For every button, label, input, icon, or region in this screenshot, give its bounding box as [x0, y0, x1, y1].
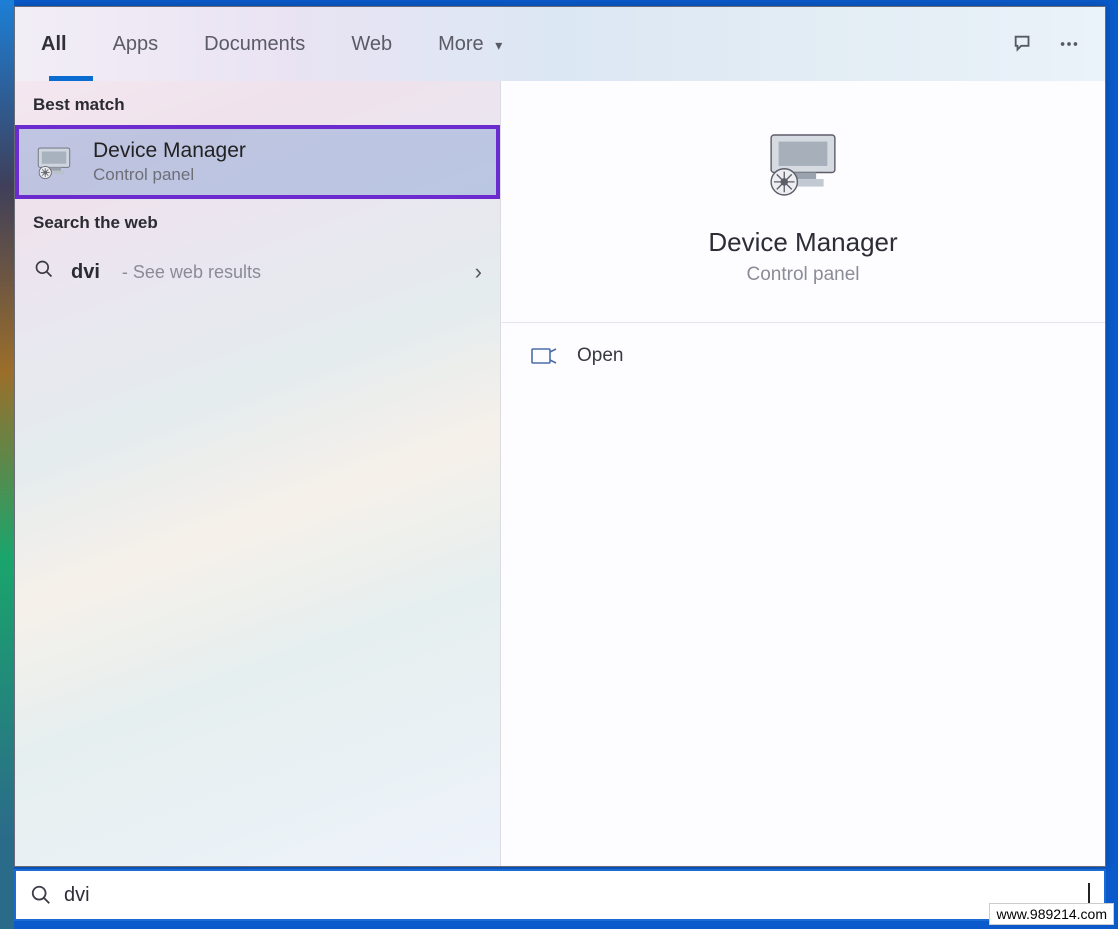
- search-input[interactable]: [64, 884, 1082, 907]
- feedback-icon[interactable]: [1005, 26, 1041, 62]
- web-query-hint: - See web results: [122, 262, 261, 283]
- preview-subtitle: Control panel: [746, 264, 859, 286]
- preview-header: Device Manager Control panel: [501, 81, 1105, 323]
- open-icon: [531, 346, 557, 366]
- action-open-label: Open: [577, 345, 623, 367]
- tab-documents[interactable]: Documents: [196, 23, 313, 66]
- tab-more[interactable]: More ▾: [430, 23, 510, 66]
- windows-search-panel: All Apps Documents Web More ▾ Best match: [14, 6, 1106, 867]
- best-match-title: Device Manager: [93, 139, 246, 163]
- search-icon: [30, 884, 52, 906]
- section-best-match: Best match: [15, 81, 500, 125]
- best-match-text: Device Manager Control panel: [93, 139, 246, 185]
- tab-web[interactable]: Web: [343, 23, 400, 66]
- web-result-item[interactable]: dvi - See web results ›: [15, 243, 500, 301]
- chevron-down-icon: ▾: [495, 37, 502, 53]
- search-icon: [33, 259, 55, 285]
- taskbar-left-edge: [0, 0, 14, 929]
- best-match-result[interactable]: Device Manager Control panel: [15, 125, 500, 199]
- web-query-text: dvi: [71, 261, 100, 284]
- chevron-right-icon: ›: [475, 259, 482, 285]
- search-filter-tabs: All Apps Documents Web More ▾: [15, 7, 1105, 81]
- search-body: Best match Device Manager Contro: [15, 81, 1105, 866]
- device-manager-large-icon: [758, 125, 848, 205]
- tab-apps[interactable]: Apps: [105, 23, 167, 66]
- preview-column: Device Manager Control panel Open: [500, 81, 1105, 866]
- tab-more-label: More: [438, 33, 484, 55]
- preview-title: Device Manager: [708, 227, 897, 258]
- action-open[interactable]: Open: [501, 323, 1105, 389]
- best-match-subtitle: Control panel: [93, 165, 246, 185]
- tab-all[interactable]: All: [33, 23, 75, 66]
- device-manager-icon: [33, 141, 75, 183]
- section-search-web: Search the web: [15, 199, 500, 243]
- watermark: www.989214.com: [989, 903, 1114, 925]
- more-options-icon[interactable]: [1051, 26, 1087, 62]
- taskbar-search-box[interactable]: [14, 869, 1106, 921]
- results-column: Best match Device Manager Contro: [15, 81, 500, 866]
